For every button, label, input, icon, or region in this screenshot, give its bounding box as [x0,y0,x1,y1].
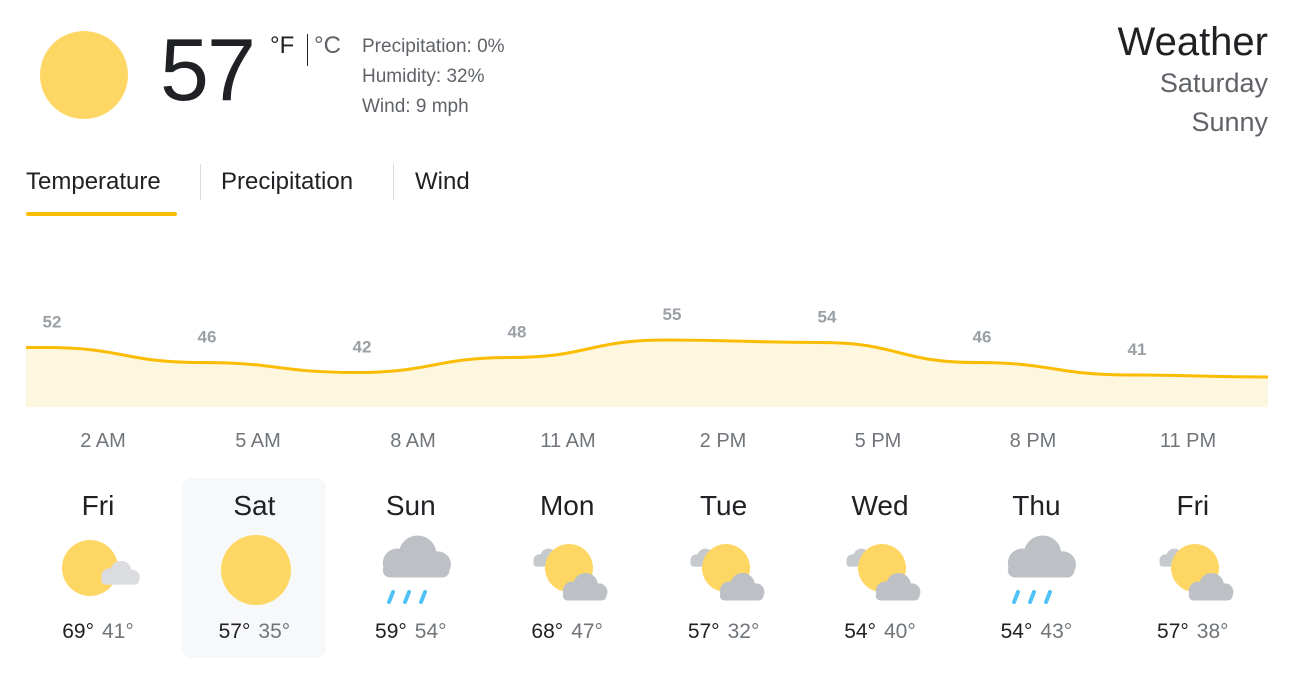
day-low-temp: 38° [1196,620,1229,643]
day-name: Tue [699,490,748,521]
tab-divider [393,164,394,200]
chart-hour-label: 8 AM [390,430,436,452]
day-forecast-fri[interactable]: Fri 57° 38° [1121,478,1265,658]
current-weather-sun-icon [40,31,128,119]
chart-value-label: 54 [818,308,837,327]
sun-icon [216,530,296,610]
chart-hour-label: 11 AM [540,430,596,452]
day-name: Sun [385,490,436,521]
day-low-temp: 47° [571,620,603,643]
day-forecast-wed[interactable]: Wed 54° 40° [808,478,952,658]
humidity-text: Humidity: 32% [362,66,485,87]
day-temperatures: 57° 35° [182,620,326,644]
weather-details: Precipitation: 0% Humidity: 32% Wind: 9 … [362,32,505,122]
wind-text: Wind: 9 mph [362,96,469,117]
day-high-temp: 68° [531,620,564,643]
partly-cloudy-icon [842,530,922,610]
day-low-temp: 32° [727,620,760,643]
day-name: Thu [1012,490,1061,521]
active-tab-indicator [26,212,177,216]
chart-hour-label: 5 AM [235,430,281,452]
day-high-temp: 57° [1157,620,1189,643]
day-forecast-mon[interactable]: Mon 68° 47° [495,478,639,658]
unit-separator [307,34,308,66]
day-name: Mon [539,490,595,521]
day-forecast-sun[interactable]: Sun 59° 54° [339,478,483,658]
day-temperatures: 59° 54° [339,620,483,644]
tab-wind[interactable]: Wind [415,160,470,204]
day-forecast-tue[interactable]: Tue 57° 32° [652,478,796,658]
day-temperatures: 68° 47° [495,620,639,644]
partly-cloudy-icon [686,530,766,610]
partly-sunny-icon [60,530,140,610]
chart-hour-label: 11 PM [1159,430,1217,452]
chart-value-label: 41 [1128,340,1147,359]
weather-day: Saturday [1159,68,1268,98]
partly-cloudy-icon [1155,530,1235,610]
tab-precipitation[interactable]: Precipitation [221,160,353,204]
chart-value-label: 46 [973,328,992,347]
temperature-chart[interactable]: 52 46 42 48 55 54 46 41 [0,280,1292,420]
chart-hour-label: 2 AM [80,430,126,452]
chart-value-label: 42 [353,338,372,357]
day-name: Fri [1176,490,1210,521]
rain-icon [998,530,1078,610]
weather-header: Weather Saturday Sunny [1118,20,1268,142]
day-temperatures: 54° 40° [808,620,952,644]
day-forecast-thu[interactable]: Thu 54° 43° [964,478,1108,658]
weather-title: Weather [1117,20,1268,64]
day-high-temp: 57° [218,620,251,643]
day-high-temp: 54° [844,620,876,643]
day-low-temp: 35° [258,620,291,643]
chart-value-label: 46 [198,328,217,347]
current-temperature: 57 [160,20,256,119]
day-name: Sat [233,490,276,521]
partly-cloudy-icon [529,530,609,610]
day-high-temp: 57° [687,620,720,643]
chart-value-label: 52 [43,313,62,332]
day-name: Wed [851,490,909,521]
day-forecast-sat[interactable]: Sat 57° 35° [182,478,327,658]
unit-fahrenheit-button[interactable]: °F [270,32,294,60]
day-low-temp: 43° [1040,620,1073,643]
day-temperatures: 57° 32° [652,620,796,644]
chart-hour-label: 2 PM [699,430,747,452]
day-low-temp: 40° [884,620,916,643]
precipitation-text: Precipitation: 0% [362,36,505,57]
unit-celsius-button[interactable]: °C [314,32,341,60]
day-low-temp: 41° [102,620,134,643]
rain-icon [373,530,453,610]
chart-hour-label: 5 PM [854,430,902,452]
day-temperatures: 57° 38° [1121,620,1265,644]
day-name: Fri [81,490,115,521]
chart-value-label: 55 [663,305,682,324]
weather-condition: Sunny [1191,107,1268,137]
day-low-temp: 54° [414,620,447,643]
day-high-temp: 69° [62,620,94,643]
day-temperatures: 54° 43° [964,620,1108,644]
tab-divider [200,164,201,200]
chart-value-label: 48 [508,323,527,342]
day-temperatures: 69° 41° [26,620,170,644]
chart-hour-label: 8 PM [1009,430,1057,452]
day-high-temp: 54° [1000,620,1033,643]
tab-temperature[interactable]: Temperature [26,160,161,204]
day-high-temp: 59° [375,620,407,643]
day-forecast-fri[interactable]: Fri 69° 41° [26,478,170,658]
